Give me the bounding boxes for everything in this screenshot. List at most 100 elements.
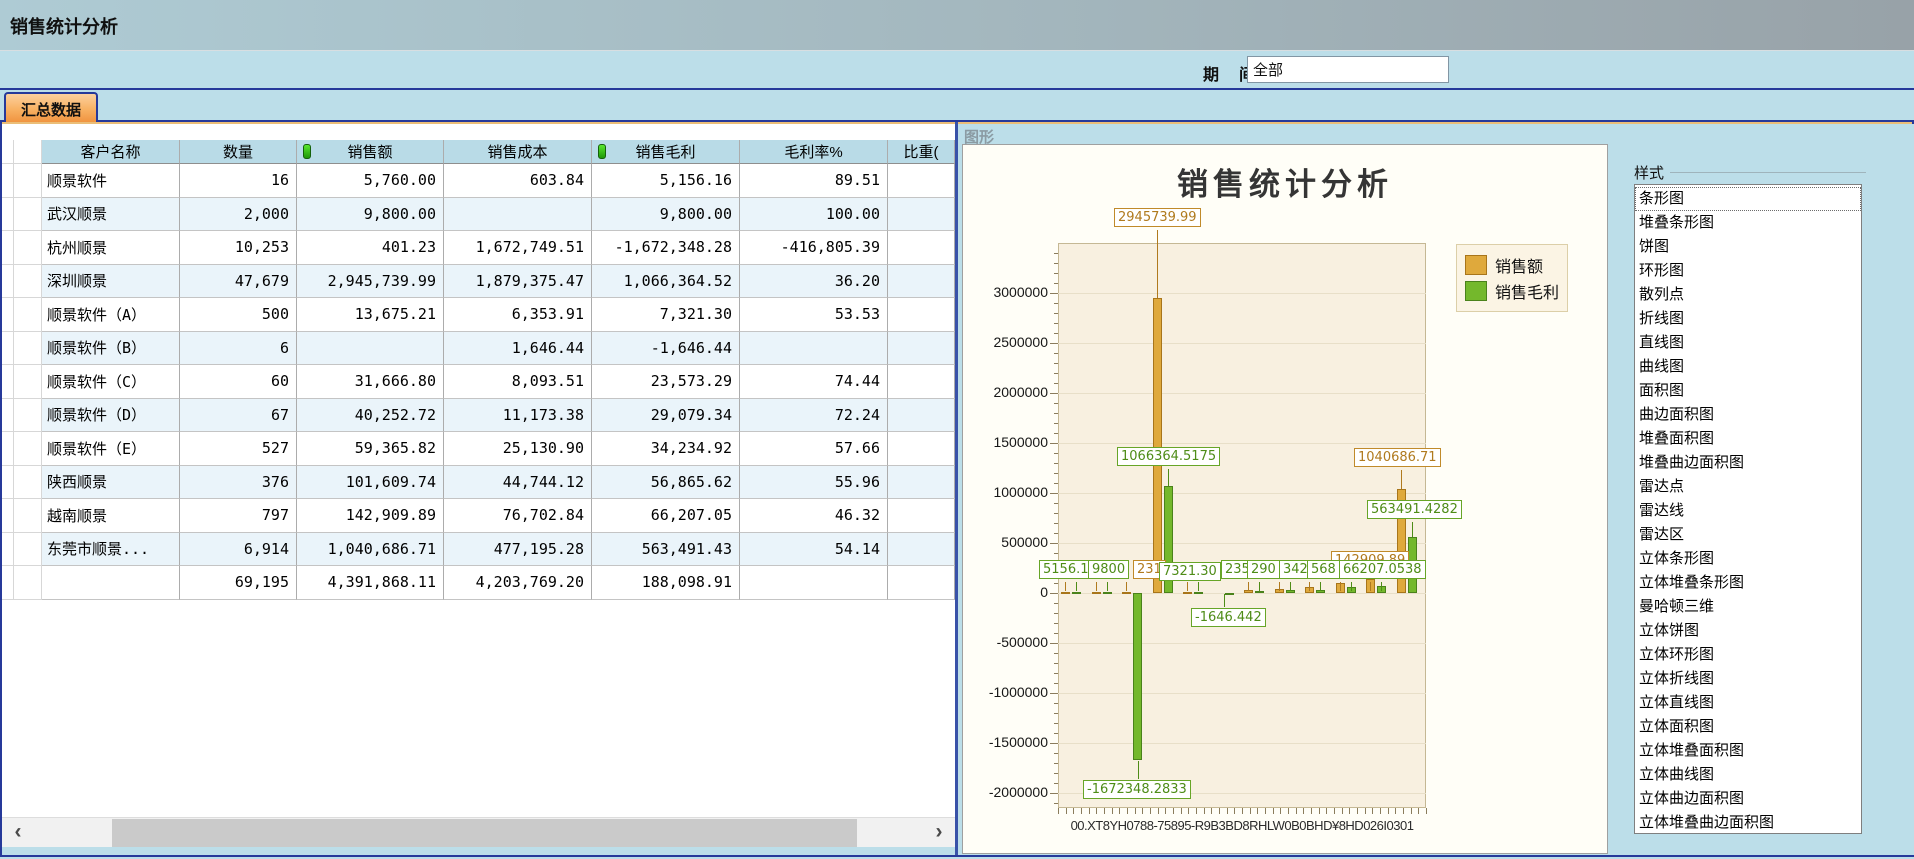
y-axis-tick <box>1050 643 1058 644</box>
value-cell: 74.44 <box>740 365 888 399</box>
style-list-item[interactable]: 立体条形图 <box>1635 547 1861 571</box>
x-axis-tick <box>1135 808 1136 814</box>
style-list-item[interactable]: 曼哈顿三维 <box>1635 595 1861 619</box>
style-list-item[interactable]: 堆叠曲边面积图 <box>1635 451 1861 475</box>
row-indicator <box>14 298 42 332</box>
column-header-4[interactable]: 销售成本 <box>444 140 592 164</box>
y-axis-label: 500000 <box>978 534 1048 550</box>
y-axis-label: -1000000 <box>978 684 1048 700</box>
style-list-item[interactable]: 立体直线图 <box>1635 691 1861 715</box>
style-list-item[interactable]: 立体曲边面积图 <box>1635 787 1861 811</box>
style-list-item[interactable]: 立体堆叠面积图 <box>1635 739 1861 763</box>
table-row[interactable]: 顺景软件（E）52759,365.8225,130.9034,234.9257.… <box>2 432 955 466</box>
x-axis-tick <box>1096 808 1097 814</box>
table-row[interactable]: 越南顺景797142,909.8976,702.8466,207.0546.32 <box>2 499 955 533</box>
x-axis-tick <box>1326 808 1327 814</box>
legend-swatch-profit <box>1465 281 1487 301</box>
style-list-item[interactable]: 立体饼图 <box>1635 619 1861 643</box>
scrollbar-thumb[interactable] <box>112 819 857 847</box>
data-label: 7321.30 <box>1159 562 1221 581</box>
value-cell: 16 <box>180 164 297 198</box>
data-label-leader-line <box>1224 594 1225 607</box>
table-row[interactable]: 深圳顺景47,6792,945,739.991,879,375.471,066,… <box>2 265 955 299</box>
style-list-item[interactable]: 立体折线图 <box>1635 667 1861 691</box>
style-list-item[interactable]: 面积图 <box>1635 379 1861 403</box>
y-gridline <box>1058 493 1426 494</box>
x-axis-tick <box>1265 808 1266 814</box>
style-list-item[interactable]: 雷达区 <box>1635 523 1861 547</box>
style-list-item[interactable]: 散列点 <box>1635 283 1861 307</box>
table-row[interactable]: 东莞市顺景...6,9141,040,686.71477,195.28563,4… <box>2 533 955 567</box>
customer-name-cell <box>42 566 180 600</box>
table-row[interactable]: 顺景软件（D）6740,252.7211,173.3829,079.3472.2… <box>2 399 955 433</box>
x-axis-tick <box>1372 808 1373 814</box>
row-indicator <box>2 298 14 332</box>
style-list-item[interactable]: 雷达线 <box>1635 499 1861 523</box>
y-axis-minor-tick <box>1054 513 1058 514</box>
style-list-item[interactable]: 堆叠条形图 <box>1635 211 1861 235</box>
tab-summary-data[interactable]: 汇总数据 <box>4 92 98 122</box>
y-axis-tick <box>1050 693 1058 694</box>
y-axis-minor-tick <box>1054 663 1058 664</box>
chart-style-listbox[interactable]: 条形图堆叠条形图饼图环形图散列点折线图直线图曲线图面积图曲边面积图堆叠面积图堆叠… <box>1634 184 1862 834</box>
table-row[interactable]: 顺景软件（A）50013,675.216,353.917,321.3053.53 <box>2 298 955 332</box>
y-axis-label: 3000000 <box>978 284 1048 300</box>
style-list-item[interactable]: 环形图 <box>1635 259 1861 283</box>
style-list-item[interactable]: 折线图 <box>1635 307 1861 331</box>
period-input[interactable] <box>1247 56 1449 83</box>
y-axis-minor-tick <box>1054 403 1058 404</box>
column-header-5[interactable]: 销售毛利 <box>592 140 740 164</box>
y-gridline <box>1058 293 1426 294</box>
column-header-1[interactable]: 客户名称 <box>42 140 180 164</box>
table-row[interactable]: 顺景软件165,760.00603.845,156.1689.51 <box>2 164 955 198</box>
data-label-leader-line <box>1138 761 1139 779</box>
data-label: 9800 <box>1088 560 1129 579</box>
x-axis-tick <box>1411 808 1412 814</box>
style-list-item[interactable]: 立体堆叠曲边面积图 <box>1635 811 1861 834</box>
scroll-right-arrow-icon[interactable]: › <box>927 820 951 846</box>
x-axis-tick <box>1342 808 1343 814</box>
green-indicator-icon <box>303 144 311 159</box>
style-list-item[interactable]: 条形图 <box>1635 187 1861 211</box>
x-axis-tick <box>1403 808 1404 814</box>
column-header-2[interactable]: 数量 <box>180 140 297 164</box>
scroll-left-arrow-icon[interactable]: ‹ <box>6 820 30 846</box>
value-cell <box>888 231 955 265</box>
y-axis-tick <box>1050 793 1058 794</box>
column-header-7[interactable]: 比重( <box>888 140 955 164</box>
style-list-item[interactable]: 雷达点 <box>1635 475 1861 499</box>
y-axis-label: 2500000 <box>978 334 1048 350</box>
table-row[interactable]: 顺景软件（B）61,646.44-1,646.44 <box>2 332 955 366</box>
legend-swatch-sales <box>1465 255 1487 275</box>
style-list-item[interactable]: 立体环形图 <box>1635 643 1861 667</box>
value-cell: 36.20 <box>740 265 888 299</box>
table-row[interactable]: 顺景软件（C）6031,666.808,093.5123,573.2974.44 <box>2 365 955 399</box>
style-list-item[interactable]: 立体堆叠条形图 <box>1635 571 1861 595</box>
style-list-item[interactable]: 堆叠面积图 <box>1635 427 1861 451</box>
x-axis-tick <box>1119 808 1120 814</box>
x-axis-tick <box>1250 808 1251 814</box>
style-list-item[interactable]: 立体曲线图 <box>1635 763 1861 787</box>
style-list-item[interactable]: 曲线图 <box>1635 355 1861 379</box>
data-label-leader-line <box>1401 470 1402 489</box>
style-list-item[interactable]: 直线图 <box>1635 331 1861 355</box>
y-axis-minor-tick <box>1054 623 1058 624</box>
value-cell: -1,646.44 <box>592 332 740 366</box>
table-row[interactable]: 武汉顺景2,0009,800.009,800.00100.00 <box>2 198 955 232</box>
chart-legend: 销售额销售毛利 <box>1456 244 1568 312</box>
table-row[interactable]: 69,1954,391,868.114,203,769.20188,098.91 <box>2 566 955 600</box>
row-indicator <box>14 198 42 232</box>
value-cell <box>888 466 955 500</box>
table-row[interactable]: 陕西顺景376101,609.7444,744.1256,865.6255.96 <box>2 466 955 500</box>
column-header-6[interactable]: 毛利率% <box>740 140 888 164</box>
value-cell: 6,914 <box>180 533 297 567</box>
value-cell <box>888 265 955 299</box>
style-list-item[interactable]: 曲边面积图 <box>1635 403 1861 427</box>
style-list-item[interactable]: 饼图 <box>1635 235 1861 259</box>
y-axis-tick <box>1050 543 1058 544</box>
row-indicator <box>2 164 14 198</box>
style-list-item[interactable]: 立体面积图 <box>1635 715 1861 739</box>
table-row[interactable]: 杭州顺景10,253401.231,672,749.51-1,672,348.2… <box>2 231 955 265</box>
column-header-3[interactable]: 销售额 <box>297 140 444 164</box>
horizontal-scrollbar[interactable]: ‹ › <box>2 817 955 847</box>
